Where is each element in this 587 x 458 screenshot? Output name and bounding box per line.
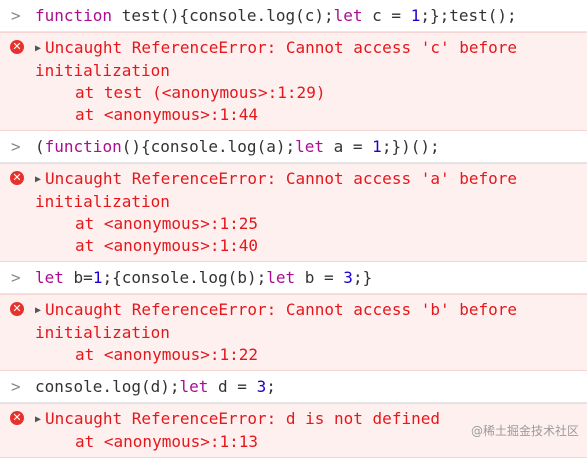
code-token: b = [295, 268, 343, 287]
triangle-right-icon[interactable]: ▶ [35, 38, 41, 60]
code-token: ; [266, 377, 276, 396]
stack-frame[interactable]: at <anonymous>:1:44 [35, 104, 577, 126]
error-circle-icon: ✕ [10, 40, 24, 54]
code-token: d = [208, 377, 256, 396]
code-token: (){console.log(a); [122, 137, 295, 156]
code-token: ;})(); [382, 137, 440, 156]
input-code: let b=1;{console.log(b);let b = 3;} [35, 268, 372, 287]
input-code: function test(){console.log(c);let c = 1… [35, 6, 517, 25]
chevron-right-icon: > [11, 5, 21, 27]
code-token: 3 [343, 268, 353, 287]
code-token: let [266, 268, 295, 287]
error-text: ▶Uncaught ReferenceError: Cannot access … [35, 37, 577, 82]
triangle-right-icon[interactable]: ▶ [35, 409, 41, 431]
error-message-text: Uncaught ReferenceError: Cannot access '… [35, 169, 517, 211]
error-circle-icon: ✕ [10, 411, 24, 425]
console-input-row[interactable]: > console.log(d);let d = 3; [0, 371, 587, 403]
code-token: ;};test(); [420, 6, 516, 25]
console-input-row[interactable]: >let b=1;{console.log(b);let b = 3;} [0, 262, 587, 294]
input-code: console.log(d);let d = 3; [35, 377, 276, 396]
console-input-row[interactable]: > function test(){console.log(c);let c = … [0, 0, 587, 32]
code-token: 3 [257, 377, 267, 396]
error-text: ▶Uncaught ReferenceError: Cannot access … [35, 168, 577, 213]
console-error-message: ✕ ▶Uncaught ReferenceError: Cannot access… [0, 32, 587, 131]
error-message-text: Uncaught ReferenceError: Cannot access '… [35, 38, 517, 80]
code-token: function [45, 137, 122, 156]
error-text: ▶Uncaught ReferenceError: Cannot access … [35, 299, 577, 344]
code-token: ;{console.log(b); [102, 268, 266, 287]
stack-frame[interactable]: at <anonymous>:1:22 [35, 344, 577, 366]
code-token: 1 [93, 268, 103, 287]
chevron-right-icon: > [11, 136, 21, 158]
error-message-text: Uncaught ReferenceError: Cannot access '… [35, 300, 517, 342]
stack-frame[interactable]: at test (<anonymous>:1:29) [35, 82, 577, 104]
console-error-message: ✕ ▶Uncaught ReferenceError: Cannot access… [0, 163, 587, 262]
stack-frame[interactable]: at <anonymous>:1:40 [35, 235, 577, 257]
console-input-row[interactable]: > (function(){console.log(a);let a = 1;})… [0, 131, 587, 163]
code-token: 1 [372, 137, 382, 156]
code-token: ;} [353, 268, 372, 287]
error-circle-icon: ✕ [10, 302, 24, 316]
code-token: function [35, 6, 112, 25]
code-token: console.log(d); [35, 377, 180, 396]
code-token: a = [324, 137, 372, 156]
devtools-console: > function test(){console.log(c);let c = … [0, 0, 587, 458]
code-token: ( [35, 137, 45, 156]
code-token: c = [363, 6, 411, 25]
stack-frame[interactable]: at <anonymous>:1:25 [35, 213, 577, 235]
code-token: test(){console.log(c); [112, 6, 334, 25]
code-token: let [180, 377, 209, 396]
input-code: (function(){console.log(a);let a = 1;})(… [35, 137, 440, 156]
chevron-right-icon: > [11, 267, 21, 289]
code-token: let [295, 137, 324, 156]
watermark: @稀土掘金技术社区 [471, 422, 579, 439]
triangle-right-icon[interactable]: ▶ [35, 300, 41, 322]
console-error-message: ✕ ▶Uncaught ReferenceError: Cannot access… [0, 294, 587, 371]
code-token: let [35, 268, 64, 287]
code-token: b= [64, 268, 93, 287]
code-token: let [334, 6, 363, 25]
chevron-right-icon: > [11, 376, 21, 398]
error-message-text: Uncaught ReferenceError: d is not define… [45, 409, 440, 428]
code-token: 1 [411, 6, 421, 25]
error-circle-icon: ✕ [10, 171, 24, 185]
triangle-right-icon[interactable]: ▶ [35, 169, 41, 191]
